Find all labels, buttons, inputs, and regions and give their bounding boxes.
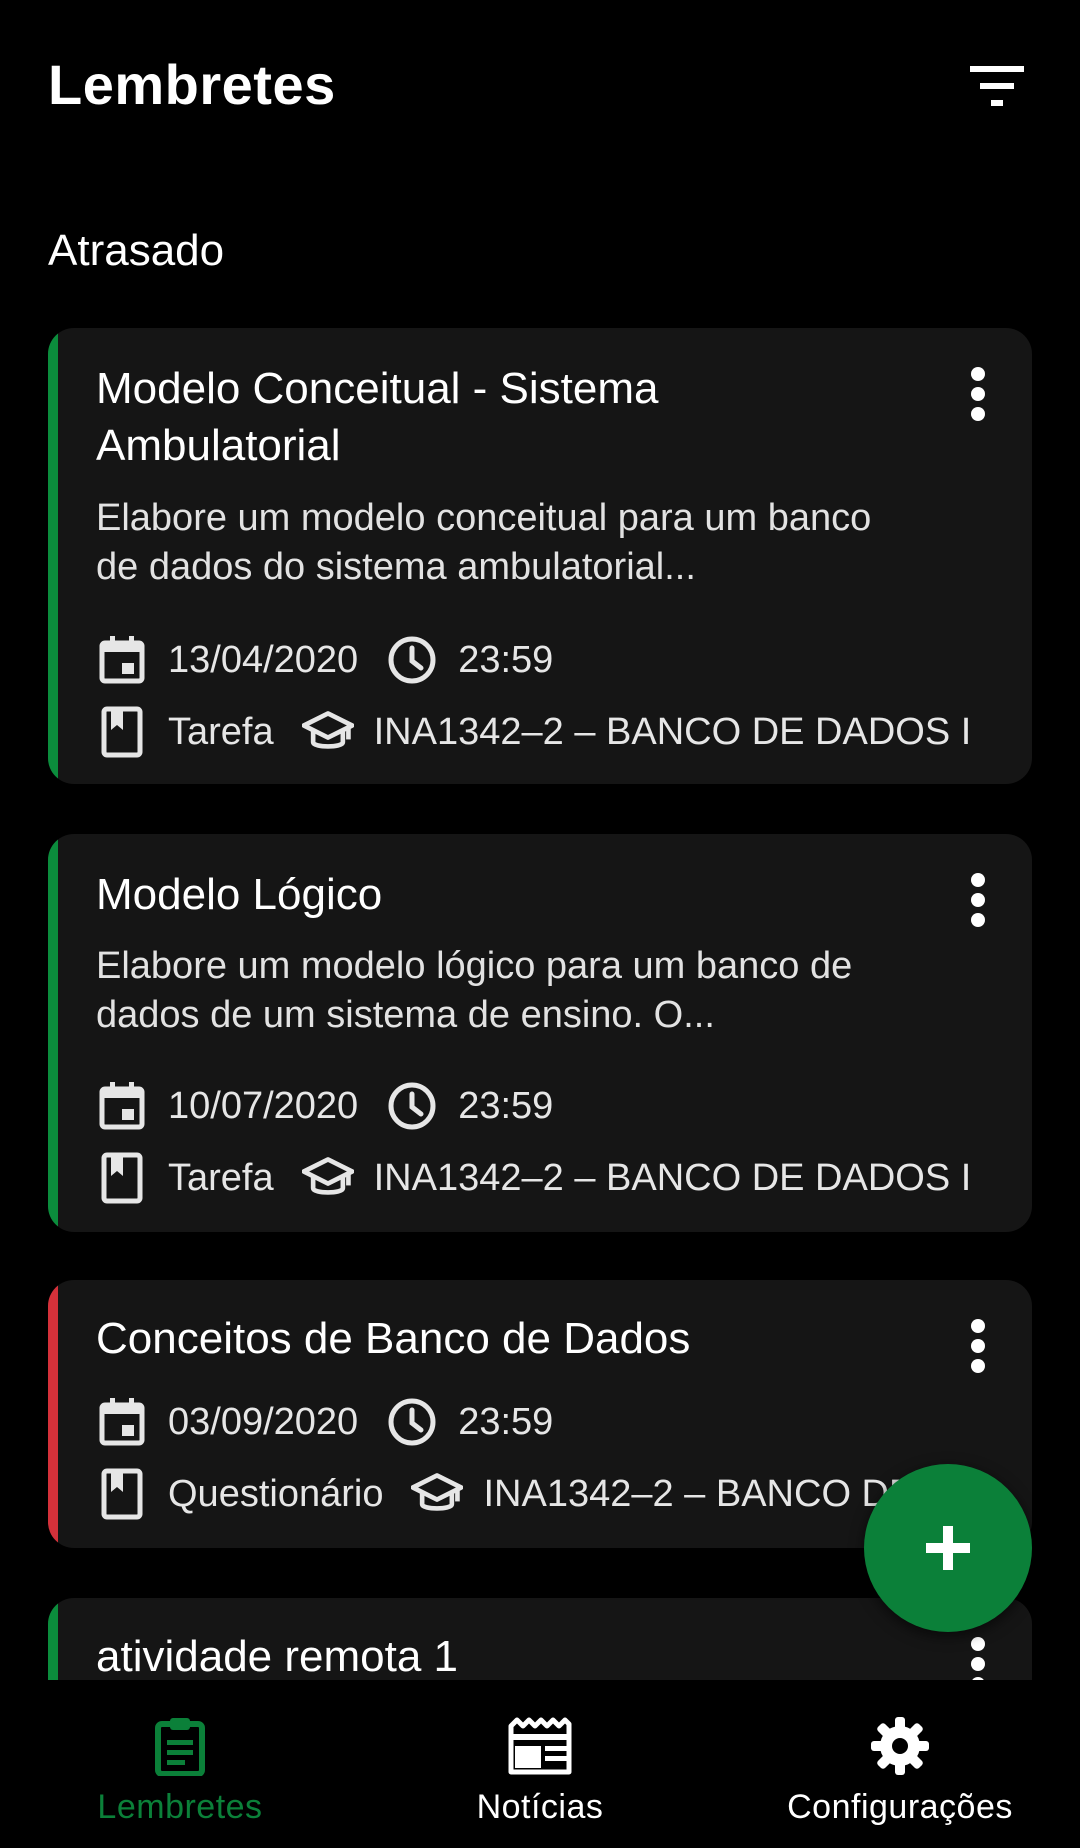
reminder-title: Conceitos de Banco de Dados [96,1314,691,1363]
more-vert-icon [971,1319,985,1373]
nav-label: Configurações [787,1788,1013,1826]
reminder-datetime-row: 03/09/2020 23:59 [96,1394,992,1450]
reminder-description: Elabore um modelo lógico para um banco d… [96,945,853,1036]
more-vert-icon [971,1637,985,1680]
reminder-date: 13/04/2020 [168,638,359,681]
add-reminder-button[interactable] [864,1464,1032,1632]
reminder-time: 23:59 [458,1400,554,1443]
nav-label: Notícias [476,1788,604,1826]
reminder-datetime-row: 10/07/2020 23:59 [96,1078,992,1134]
reminder-title: atividade remota 1 [96,1632,458,1680]
reminder-title: Modelo Lógico [96,870,383,919]
nav-label: Lembretes [97,1788,263,1826]
reminder-description: Elabore um modelo conceitual para um ban… [96,497,872,588]
reminder-card[interactable]: atividade remota 1 [48,1598,1032,1680]
bookmark-icon [96,1152,148,1204]
section-overdue-label: Atrasado [48,226,225,275]
reminder-date: 10/07/2020 [168,1084,359,1127]
more-options-button[interactable] [954,870,1002,930]
reminder-time: 23:59 [458,1084,554,1127]
reminder-title: Modelo Conceitual - Sistema Ambulatorial [96,364,659,470]
reminder-date: 03/09/2020 [168,1400,359,1443]
filter-button[interactable] [960,58,1032,114]
calendar-icon [96,1080,148,1132]
reminder-info-row: Questionário INA1342–2 – BANCO DE DADOS … [96,1466,992,1522]
newspaper-icon [504,1710,576,1782]
bookmark-icon [96,1468,148,1520]
status-stripe [48,1280,58,1548]
reminder-course: INA1342–2 – BANCO DE DADOS I [373,1156,972,1199]
nav-item-configuracoes[interactable]: Configurações [720,1680,1080,1848]
calendar-icon [96,1396,148,1448]
reminder-type: Tarefa [168,1156,274,1199]
school-icon [411,1468,464,1520]
gear-icon [864,1710,936,1782]
clock-icon [386,1396,438,1448]
school-icon [301,1152,354,1204]
clipboard-icon [144,1710,216,1782]
more-vert-icon [971,367,985,421]
nav-item-lembretes[interactable]: Lembretes [0,1680,360,1848]
app-root: Lembretes Atrasado Modelo Conceitual - S… [0,0,1080,1848]
reminder-type: Questionário [168,1472,384,1515]
reminder-info-row: Tarefa INA1342–2 – BANCO DE DADOS I [96,704,992,760]
reminder-card[interactable]: Modelo Conceitual - Sistema Ambulatorial… [48,328,1032,784]
reminder-info-row: Tarefa INA1342–2 – BANCO DE DADOS I [96,1150,992,1206]
reminder-course: INA1342–2 – BANCO DE DADOS I [373,710,972,753]
bottom-navigation: Lembretes Notícias Configurações [0,1680,1080,1848]
status-stripe [48,834,58,1232]
status-stripe [48,1598,58,1680]
more-options-button[interactable] [954,364,1002,424]
reminder-card[interactable]: Modelo Lógico Elabore um modelo lógico p… [48,834,1032,1232]
filter-icon [970,66,1024,106]
app-header: Lembretes [0,0,1080,175]
clock-icon [386,634,438,686]
more-options-button[interactable] [954,1634,1002,1680]
reminder-time: 23:59 [458,638,554,681]
school-icon [301,706,354,758]
status-stripe [48,328,58,784]
more-options-button[interactable] [954,1316,1002,1376]
nav-item-noticias[interactable]: Notícias [360,1680,720,1848]
clock-icon [386,1080,438,1132]
more-vert-icon [971,873,985,927]
plus-icon [926,1526,970,1570]
reminder-datetime-row: 13/04/2020 23:59 [96,632,992,688]
page-title: Lembretes [48,53,336,116]
bookmark-icon [96,706,148,758]
reminder-list[interactable]: Lembretes Atrasado Modelo Conceitual - S… [0,0,1080,1680]
reminder-type: Tarefa [168,710,274,753]
calendar-icon [96,634,148,686]
